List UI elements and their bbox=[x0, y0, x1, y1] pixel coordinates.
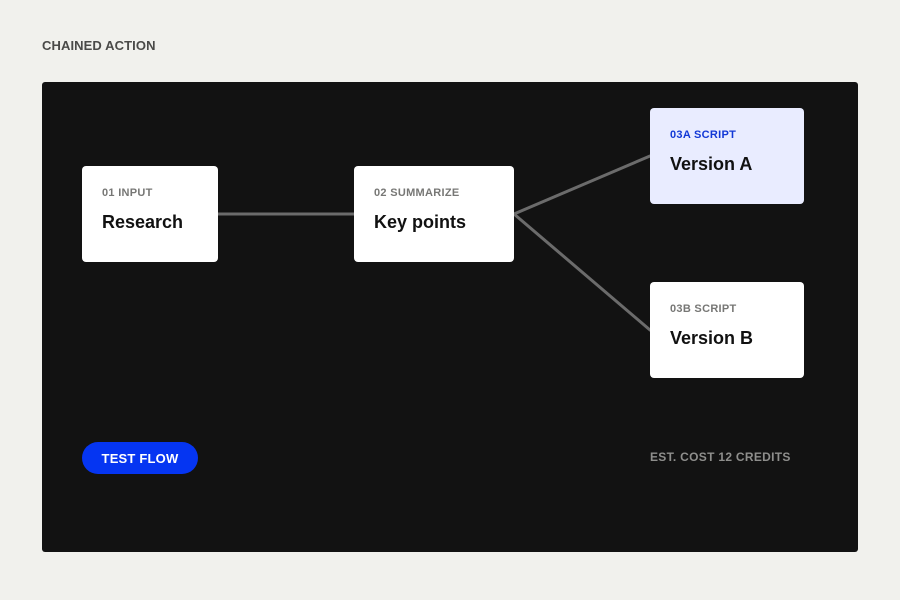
node-summarize-key-points[interactable]: 02 SUMMARIZE Key points bbox=[354, 166, 514, 262]
node-title: Version A bbox=[670, 154, 753, 174]
node-step-label: 01 INPUT bbox=[102, 187, 153, 199]
node-title: Research bbox=[102, 212, 184, 232]
node-title: Key points bbox=[374, 212, 467, 232]
page-title: CHAINED ACTION bbox=[42, 38, 156, 53]
node-step-label: 03A SCRIPT bbox=[670, 129, 737, 141]
estimated-cost: EST. COST 12 CREDITS bbox=[650, 450, 791, 464]
connector-summarize-version-a bbox=[512, 154, 652, 216]
test-flow-button[interactable]: TEST FLOW bbox=[82, 442, 198, 474]
node-script-version-b[interactable]: 03B SCRIPT Version B bbox=[650, 282, 804, 378]
node-script-version-a[interactable]: 03A SCRIPT Version A bbox=[650, 108, 804, 204]
node-input-research[interactable]: 01 INPUT Research bbox=[82, 166, 218, 262]
node-step-label: 02 SUMMARIZE bbox=[374, 187, 460, 199]
node-title: Version B bbox=[670, 328, 754, 348]
node-step-label: 03B SCRIPT bbox=[670, 303, 737, 315]
flow-canvas: 01 INPUT Research 02 SUMMARIZE Key point… bbox=[42, 82, 858, 552]
connector-summarize-version-b bbox=[512, 212, 652, 332]
